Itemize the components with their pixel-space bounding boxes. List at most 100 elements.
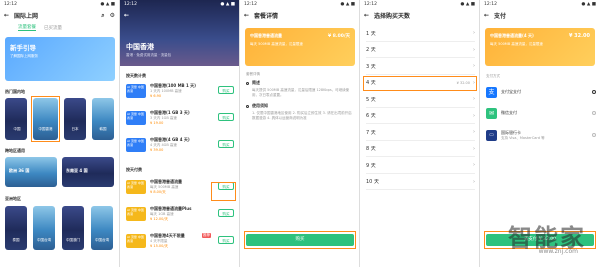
day-option[interactable]: 4 天 ¥ 32.00 › <box>366 76 475 91</box>
section-payment-method: 支付方式 <box>486 74 500 78</box>
asia-destination-1[interactable] <box>5 206 27 250</box>
status-icons: ● ▲ ■ <box>100 2 116 7</box>
plan-item[interactable]: AI 流量 中国香港 中国香港(4 GB 4 天) 4 天内 4GB 高速 ¥ 39.… <box>120 136 239 161</box>
screen-international-roaming: 12:12 ● ▲ ■ ← 国际上网 ⌕ ⚙ 流量套餐 已买流量 新手引导 了解… <box>0 0 120 267</box>
buy-button[interactable]: 购买 <box>218 140 234 148</box>
status-icons: ● ▲ ■ <box>220 2 236 7</box>
day-option[interactable]: 10 天 › <box>366 175 475 190</box>
day-option-label: 6 天 <box>366 113 376 120</box>
plan-ticket-icon: AI 流量 中国香港 <box>126 111 146 125</box>
day-option-label: 7 天 <box>366 129 376 136</box>
day-option[interactable]: 2 天 › <box>366 43 475 58</box>
tab-purchased[interactable]: 已买流量 <box>44 25 62 31</box>
day-option[interactable]: 3 天 › <box>366 59 475 75</box>
plan-card-subtitle: 每天 500MB 高速流量，达量限速 <box>250 42 303 46</box>
asia-label-3: 中国澳门 <box>66 238 80 242</box>
plan-item[interactable]: AI 流量 中国香港 中国香港普通流量Plus 每天 1GB 高速 ¥ 12.00/天… <box>120 205 239 230</box>
guide-banner[interactable]: 新手引导 了解国际上网服务 <box>5 37 115 81</box>
back-arrow-icon[interactable]: ← <box>484 12 489 19</box>
detail-item1-title: 简述 <box>252 80 260 85</box>
header: ← 支付 <box>480 9 600 22</box>
day-option[interactable]: 7 天 › <box>366 125 475 141</box>
buy-button[interactable]: 购买 <box>218 209 234 217</box>
day-option[interactable]: 1 天 › <box>366 26 475 42</box>
day-option[interactable]: 6 天 › <box>366 109 475 124</box>
plan-ticket-icon: AI 流量 中国香港 <box>126 84 146 98</box>
pay-method-card[interactable]: ▭ 国际银行卡 支持 Visa、MasterCard 等 <box>486 126 596 144</box>
chevron-right-icon: › <box>473 112 475 119</box>
day-option[interactable]: 5 天 › <box>366 92 475 108</box>
status-bar: 12:12 ● ▲ ■ <box>240 0 359 9</box>
header: ← 国际上网 ⌕ ⚙ <box>0 9 119 22</box>
page-title: 选择购买天数 <box>374 13 411 20</box>
plan-item[interactable]: AI 流量 中国香港 中国香港(100 MB 1 天) 1 天内 100MB 高速 ¥… <box>120 82 239 107</box>
detail-item1-text: 每天提供 500MB 高速流量，达量后限速 128Kbps，可继续使用，次日零点… <box>252 88 350 97</box>
tab-plans[interactable]: 流量套餐 <box>18 24 36 31</box>
settings-icon[interactable]: ⚙ <box>110 12 115 19</box>
header: ← 选择购买天数 <box>360 9 479 22</box>
day-option[interactable]: 8 天 › <box>366 142 475 157</box>
section-hot: 热门国内地 <box>5 89 25 94</box>
buy-button[interactable]: 购买 <box>218 113 234 121</box>
asia-destination-3[interactable] <box>62 206 84 250</box>
chevron-right-icon: › <box>473 30 475 37</box>
plan-ticket-icon: AI 流量 中国香港 <box>126 180 146 194</box>
watermark-url: www.znj.com <box>538 248 578 255</box>
hot-label-hongkong: 中国香港 <box>38 127 53 131</box>
buy-button[interactable]: 购买 <box>218 236 234 244</box>
hot-destination-korea[interactable] <box>92 98 114 140</box>
asia-destination-2[interactable] <box>33 206 55 250</box>
section-details: 套餐详情 <box>246 72 260 76</box>
pay-method-alipay[interactable]: 支 支付宝支付 <box>486 84 596 100</box>
asia-destination-4[interactable] <box>91 206 113 250</box>
day-option-label: 8 天 <box>366 146 376 153</box>
bullet-icon <box>246 81 249 85</box>
order-card: 中国香港普通流量(4 天) ¥ 32.00 每天 500MB 高速流量，达量限速 <box>485 28 595 66</box>
section-daily-pay: 按天付费 <box>126 167 142 172</box>
hot-label-korea: 韩国 <box>99 127 107 131</box>
hot-destination-china[interactable] <box>5 98 27 140</box>
back-arrow-icon[interactable]: ← <box>364 12 369 19</box>
plan-card-price: ¥ 8.00/天 <box>328 34 350 39</box>
pay-method-wechat[interactable]: ✉ 微信支付 <box>486 105 596 121</box>
status-icons: ● ▲ ■ <box>581 2 597 7</box>
status-bar: 12:12 ● ▲ ■ <box>360 0 479 9</box>
search-icon[interactable]: ⌕ <box>101 12 104 20</box>
hot-destination-hongkong[interactable] <box>33 98 58 140</box>
plan-card: 中国香港普通流量 ¥ 8.00/天 每天 500MB 高速流量，达量限速 <box>245 28 355 66</box>
screen-select-days: 12:12 ● ▲ ■ ← 选择购买天数 1 天 › 2 天 › 3 天 › 4 天 ¥ 32… <box>360 0 480 267</box>
plan-price: ¥ 6.90 <box>150 94 162 98</box>
day-option[interactable]: 9 天 › <box>366 158 475 174</box>
status-bar: 12:12 ● ▲ ■ <box>480 0 600 9</box>
radio-unselected-icon[interactable] <box>592 133 596 137</box>
buy-button[interactable]: 购买 <box>246 234 354 246</box>
hot-destination-japan[interactable] <box>64 98 86 140</box>
buy-button[interactable]: 购买 <box>218 182 234 190</box>
buy-button[interactable]: 购买 <box>218 86 234 94</box>
day-option-label: 5 天 <box>366 96 376 103</box>
plan-ticket-icon: AI 流量 中国香港 <box>126 138 146 152</box>
back-arrow-icon[interactable]: ← <box>4 12 9 19</box>
hero-subtitle: 香港 · 免费试用流量 · 流量包 <box>126 53 172 57</box>
chevron-right-icon: › <box>473 162 475 169</box>
detail-item2-title: 使用须知 <box>252 103 268 108</box>
plan-item[interactable]: AI 流量 中国香港 中国香港普通流量 每天 500MB 高速 ¥ 8.00/天 购买 <box>120 178 239 203</box>
status-time: 12:12 <box>364 2 377 7</box>
order-card-subtitle: 每天 500MB 高速流量，达量限速 <box>490 42 543 46</box>
chevron-right-icon: › <box>473 129 475 136</box>
chevron-right-icon: › <box>473 145 475 152</box>
back-arrow-icon[interactable]: ← <box>124 12 129 19</box>
status-bar: 12:12 ● ▲ ■ <box>0 0 119 9</box>
status-time: 12:12 <box>484 2 497 7</box>
back-arrow-icon[interactable]: ← <box>244 12 249 19</box>
plan-price: ¥ 39.00 <box>150 148 164 152</box>
bullet-icon <box>246 104 249 108</box>
radio-unselected-icon[interactable] <box>592 111 596 115</box>
plan-item[interactable]: AI 流量 中国香港 中国香港(1 GB 3 天) 3 天内 1GB 高速 ¥ 19.… <box>120 109 239 134</box>
day-option-label: 1 天 <box>366 30 376 37</box>
plan-price: ¥ 8.00/天 <box>150 190 166 194</box>
banner-subtitle: 了解国际上网服务 <box>10 54 38 58</box>
plan-item[interactable]: AI 流量 中国香港 中国香港4天不限量 推荐 4 天不限量 ¥ 15.00/天 购买 <box>120 232 239 257</box>
header: ← 套餐详情 <box>240 9 359 22</box>
radio-selected-icon[interactable] <box>592 90 596 94</box>
